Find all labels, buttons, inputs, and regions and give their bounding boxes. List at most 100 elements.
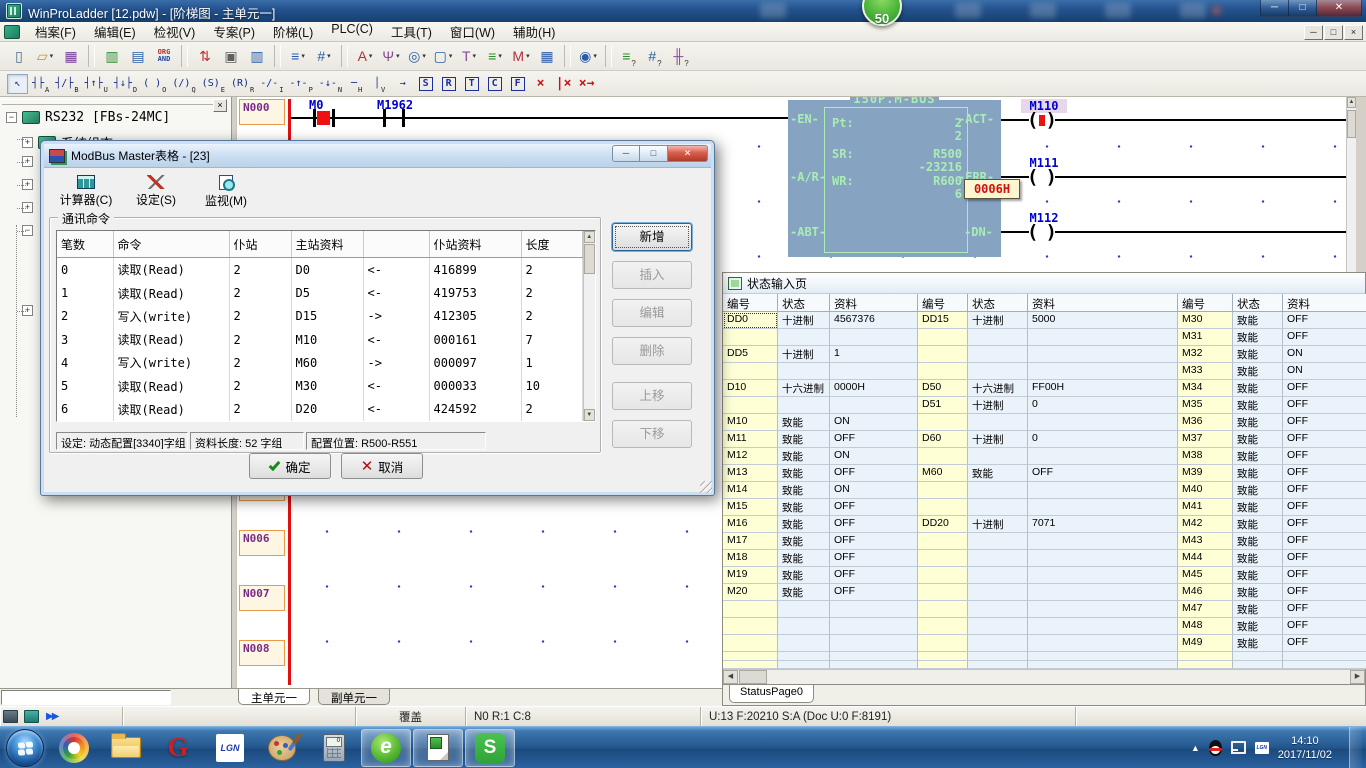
grid-cell[interactable] xyxy=(968,363,1028,380)
grid-cell[interactable]: M17 xyxy=(723,533,778,550)
grid-cell[interactable]: 十进制 xyxy=(968,397,1028,414)
grid-cell[interactable] xyxy=(918,499,968,516)
mdi-close-button[interactable]: × xyxy=(1344,25,1363,40)
grid-cell[interactable]: OFF xyxy=(1283,465,1366,482)
grid-cell[interactable]: OFF xyxy=(830,550,918,567)
grid-cell[interactable] xyxy=(1178,661,1233,670)
grid-cell[interactable]: M49 xyxy=(1178,635,1233,652)
grid-cell[interactable]: DD0 xyxy=(723,312,778,329)
grid-cell[interactable] xyxy=(778,618,830,635)
dialog-toolbar-calculator[interactable]: 计算器(C) xyxy=(53,175,119,215)
grid-cell[interactable]: M37 xyxy=(1178,431,1233,448)
grid-cell[interactable]: M40 xyxy=(1178,482,1233,499)
menu-item-8[interactable]: 辅助(H) xyxy=(504,20,564,43)
grid-cell[interactable] xyxy=(778,329,830,346)
contact-bar[interactable] xyxy=(383,109,386,127)
dropdown-arrow-icon[interactable]: ▾ xyxy=(422,52,426,60)
ladder-vscrollbar[interactable]: ▲ xyxy=(1346,97,1356,275)
grid-cell[interactable]: ON xyxy=(830,448,918,465)
grid-cell[interactable] xyxy=(1028,533,1178,550)
scroll-thumb[interactable] xyxy=(739,670,767,684)
command-row[interactable]: 5读取(Read)2M30<-00003310 xyxy=(57,374,582,397)
grid-cell[interactable]: M43 xyxy=(1178,533,1233,550)
grid-cell[interactable]: D10 xyxy=(723,380,778,397)
lgn-tray-icon[interactable]: LGN xyxy=(1255,742,1269,754)
tree-node-rs232[interactable]: −RS232 [FBs-24MC] xyxy=(6,110,170,125)
output-coil-m110[interactable]: () xyxy=(1027,109,1057,131)
scroll-thumb[interactable] xyxy=(584,244,596,274)
grid-cell[interactable] xyxy=(968,652,1028,661)
grid-cell[interactable] xyxy=(918,601,968,618)
dropdown-arrow-icon[interactable]: ▾ xyxy=(396,52,400,60)
grid-cell[interactable]: M35 xyxy=(1178,397,1233,414)
grid-cell[interactable]: OFF xyxy=(830,465,918,482)
chip-icon[interactable]: ▣ xyxy=(219,44,243,68)
menu-item-1[interactable]: 编辑(E) xyxy=(85,20,145,43)
panel-grip[interactable] xyxy=(2,99,226,105)
wps-icon[interactable]: S xyxy=(465,729,515,767)
grid-cell[interactable] xyxy=(723,652,778,661)
grid-cell[interactable]: 致能 xyxy=(1233,448,1283,465)
grid-cell[interactable]: 4567376 xyxy=(830,312,918,329)
dialog-close-button[interactable]: ✕ xyxy=(668,145,708,162)
grid-cell[interactable]: 5000 xyxy=(1028,312,1178,329)
grid-cell[interactable]: FF00H xyxy=(1028,380,1178,397)
grid-cell[interactable]: 致能 xyxy=(1233,499,1283,516)
grid-cell[interactable]: OFF xyxy=(1283,584,1366,601)
lgn-app-icon[interactable]: LGN xyxy=(205,729,255,767)
grid-cell[interactable] xyxy=(778,635,830,652)
grid-cell[interactable]: OFF xyxy=(830,533,918,550)
grid-cell[interactable] xyxy=(778,661,830,670)
edit-register-icon[interactable]: A▾ xyxy=(353,44,377,68)
grid-cell[interactable]: M33 xyxy=(1178,363,1233,380)
grid-cell[interactable]: 致能 xyxy=(1233,329,1283,346)
command-row[interactable]: 4写入(write)2M60->0000971 xyxy=(57,351,582,374)
grid-cell[interactable] xyxy=(968,661,1028,670)
new-file-icon[interactable]: ▯ xyxy=(7,44,31,68)
grid-cell[interactable] xyxy=(968,601,1028,618)
grid-cell[interactable]: M20 xyxy=(723,584,778,601)
grid-cell[interactable]: 致能 xyxy=(778,516,830,533)
grid-cell[interactable] xyxy=(918,482,968,499)
grid-cell[interactable] xyxy=(968,635,1028,652)
scroll-up-icon[interactable]: ▲ xyxy=(1347,97,1356,108)
table-vscrollbar[interactable]: ▲ ▼ xyxy=(583,231,596,421)
grid-cell[interactable]: 1 xyxy=(830,346,918,363)
grid-cell[interactable] xyxy=(1028,346,1178,363)
grid-cell[interactable]: 十进制 xyxy=(778,346,830,363)
delete-col-tool[interactable]: |× xyxy=(553,74,574,94)
command-table[interactable]: 笔数命令仆站主站资料仆站资料长度0读取(Read)2D0<-41689921读取… xyxy=(57,231,583,421)
vline-tool[interactable]: │V xyxy=(369,74,390,94)
grid-cell[interactable]: 十进制 xyxy=(968,431,1028,448)
grid-cell[interactable]: 致能 xyxy=(1233,516,1283,533)
g-browser-icon[interactable]: G xyxy=(153,729,203,767)
grid-cell[interactable] xyxy=(1028,329,1178,346)
grid-cell[interactable]: OFF xyxy=(1283,516,1366,533)
grid-cell[interactable]: M45 xyxy=(1178,567,1233,584)
paint-icon[interactable] xyxy=(257,729,307,767)
grid-cell[interactable]: M48 xyxy=(1178,618,1233,635)
r-function-tool[interactable]: R xyxy=(438,74,459,94)
grid-cell[interactable]: 致能 xyxy=(778,533,830,550)
qq-tray-icon[interactable] xyxy=(1209,740,1222,756)
grid-cell[interactable] xyxy=(1028,550,1178,567)
grid-cell[interactable]: 致能 xyxy=(778,431,830,448)
scroll-track[interactable] xyxy=(767,670,1350,684)
delete-tool[interactable]: × xyxy=(530,74,551,94)
grid-cell[interactable]: 致能 xyxy=(1233,346,1283,363)
ok-button[interactable]: 确定 xyxy=(249,453,331,479)
grid-cell[interactable]: OFF xyxy=(1283,329,1366,346)
tab-sub-unit[interactable]: 副单元一 xyxy=(318,689,390,705)
grid-cell[interactable]: 致能 xyxy=(1233,567,1283,584)
grid-cell[interactable] xyxy=(830,635,918,652)
tab-statuspage0[interactable]: StatusPage0 xyxy=(729,685,814,703)
grid-cell[interactable]: 致能 xyxy=(778,584,830,601)
save-icon[interactable]: ▦ xyxy=(59,44,83,68)
minimize-button[interactable]: ─ xyxy=(1260,0,1289,17)
grid-cell[interactable]: 致能 xyxy=(1233,465,1283,482)
network-config-icon[interactable]: ≡▾ xyxy=(286,44,310,68)
grid-cell[interactable] xyxy=(968,346,1028,363)
grid-cell[interactable]: D50 xyxy=(918,380,968,397)
output-coil-m111[interactable]: () xyxy=(1027,166,1057,188)
contact-bar[interactable] xyxy=(402,109,405,127)
